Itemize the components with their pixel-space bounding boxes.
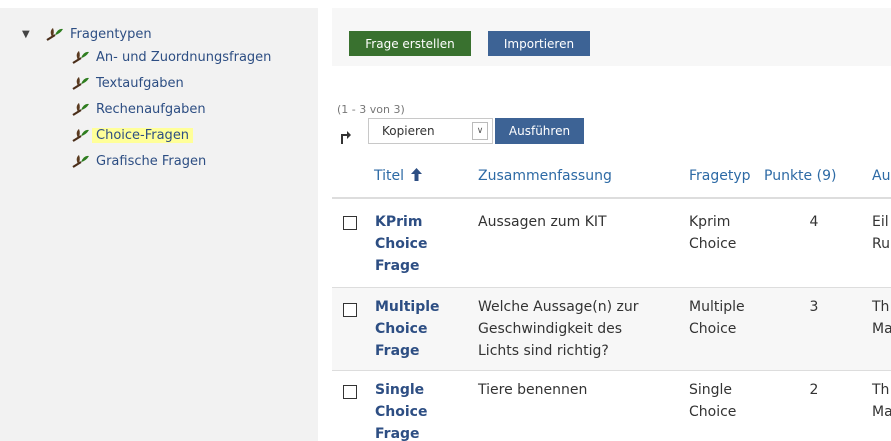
title-line[interactable]: Single: [375, 379, 427, 401]
type-line: Kprim: [689, 214, 731, 230]
points-cell: 4: [809, 214, 819, 230]
leaf-icon: [72, 103, 89, 116]
type-line: Single: [689, 382, 733, 398]
column-header-points[interactable]: Punkte (9): [764, 168, 836, 184]
summary-line: Welche Aussage(n) zur: [478, 299, 639, 315]
tree-item-label-selected[interactable]: Choice-Fragen: [92, 127, 194, 143]
title-line[interactable]: Frage: [375, 255, 427, 277]
summary-line: Aussagen zum KIT: [478, 214, 607, 230]
question-title-link[interactable]: Single Choice Frage: [375, 379, 427, 441]
leaf-icon: [46, 28, 63, 41]
action-select-value: Kopieren: [382, 124, 435, 138]
summary-cell: Welche Aussage(n) zur Geschwindigkeit de…: [478, 296, 639, 362]
type-line: Multiple: [689, 299, 745, 315]
turn-arrow-icon: [341, 131, 351, 144]
tree-root-item[interactable]: ▼ Fragentypen: [22, 24, 271, 44]
points-cell: 3: [809, 299, 819, 315]
title-line[interactable]: Choice: [375, 233, 427, 255]
type-cell: Multiple Choice: [689, 296, 745, 340]
summary-line: Lichts sind richtig?: [478, 343, 609, 359]
author-cell: Th Ma: [872, 296, 891, 340]
author-line: Th: [872, 299, 890, 315]
column-header-summary[interactable]: Zusammenfassung: [478, 168, 612, 184]
table-row: Multiple Choice Frage Welche Aussage(n) …: [332, 288, 891, 370]
author-cell: Eil Ru: [872, 211, 890, 255]
type-line: Choice: [689, 236, 737, 252]
leaf-icon: [72, 129, 89, 142]
create-question-button[interactable]: Frage erstellen: [349, 31, 471, 56]
leaf-icon: [72, 155, 89, 168]
row-checkbox[interactable]: [343, 385, 357, 399]
main-content: Frage erstellen Importieren (1 - 3 von 3…: [332, 8, 891, 441]
author-line: Th: [872, 382, 890, 398]
title-line[interactable]: KPrim: [375, 211, 427, 233]
summary-line: Tiere benennen: [478, 382, 588, 398]
sidebar: ▼ Fragentypen An- und Zuordnungsfragen T…: [0, 8, 318, 441]
chevron-down-icon[interactable]: ∨: [472, 122, 488, 140]
row-checkbox[interactable]: [343, 303, 357, 317]
title-line[interactable]: Choice: [375, 318, 440, 340]
author-line: Ma: [872, 404, 891, 420]
action-select[interactable]: Kopieren ∨: [368, 118, 493, 144]
author-line: Ru: [872, 236, 890, 252]
tree-item-textaufgaben[interactable]: Textaufgaben: [72, 70, 271, 96]
expand-toggle-icon[interactable]: ▼: [22, 29, 36, 40]
tree-item-an-und-zuordnungsfragen[interactable]: An- und Zuordnungsfragen: [72, 44, 271, 70]
tree-item-label[interactable]: Rechenaufgaben: [96, 102, 206, 117]
question-type-tree: ▼ Fragentypen An- und Zuordnungsfragen T…: [22, 24, 271, 174]
tree-item-label[interactable]: Grafische Fragen: [96, 154, 206, 169]
summary-cell: Aussagen zum KIT: [478, 211, 607, 233]
column-header-title-label[interactable]: Titel: [374, 168, 404, 184]
type-cell: Kprim Choice: [689, 211, 736, 255]
points-cell: 2: [809, 382, 819, 398]
toolbar: Frage erstellen Importieren: [332, 8, 891, 66]
type-line: Choice: [689, 321, 737, 337]
title-line[interactable]: Frage: [375, 423, 427, 441]
row-checkbox[interactable]: [343, 216, 357, 230]
title-line[interactable]: Choice: [375, 401, 427, 423]
import-button[interactable]: Importieren: [488, 31, 590, 56]
execute-button[interactable]: Ausführen: [495, 118, 584, 144]
tree-item-choice-fragen[interactable]: Choice-Fragen: [72, 122, 271, 148]
leaf-icon: [72, 51, 89, 64]
author-cell: Th Ma: [872, 379, 891, 423]
question-title-link[interactable]: KPrim Choice Frage: [375, 211, 427, 277]
tree-item-label[interactable]: Textaufgaben: [96, 76, 184, 91]
column-header-author[interactable]: Au: [872, 168, 890, 184]
title-line[interactable]: Multiple: [375, 296, 440, 318]
sort-up-icon[interactable]: [411, 168, 423, 181]
tree-root-label[interactable]: Fragentypen: [70, 27, 152, 42]
tree-item-label[interactable]: An- und Zuordnungsfragen: [96, 50, 271, 65]
leaf-icon: [72, 77, 89, 90]
result-count: (1 - 3 von 3): [337, 103, 405, 116]
tree-item-rechenaufgaben[interactable]: Rechenaufgaben: [72, 96, 271, 122]
tree-item-grafische-fragen[interactable]: Grafische Fragen: [72, 148, 271, 174]
table-row: KPrim Choice Frage Aussagen zum KIT Kpri…: [332, 199, 891, 287]
type-cell: Single Choice: [689, 379, 736, 423]
title-line[interactable]: Frage: [375, 340, 440, 362]
summary-cell: Tiere benennen: [478, 379, 587, 401]
type-line: Choice: [689, 404, 737, 420]
question-title-link[interactable]: Multiple Choice Frage: [375, 296, 440, 362]
summary-line: Geschwindigkeit des: [478, 321, 623, 337]
column-header-type[interactable]: Fragetyp: [689, 168, 751, 184]
author-line: Ma: [872, 321, 891, 337]
column-header-title[interactable]: Titel: [374, 168, 423, 184]
table-row: Single Choice Frage Tiere benennen Singl…: [332, 371, 891, 441]
author-line: Eil: [872, 214, 889, 230]
